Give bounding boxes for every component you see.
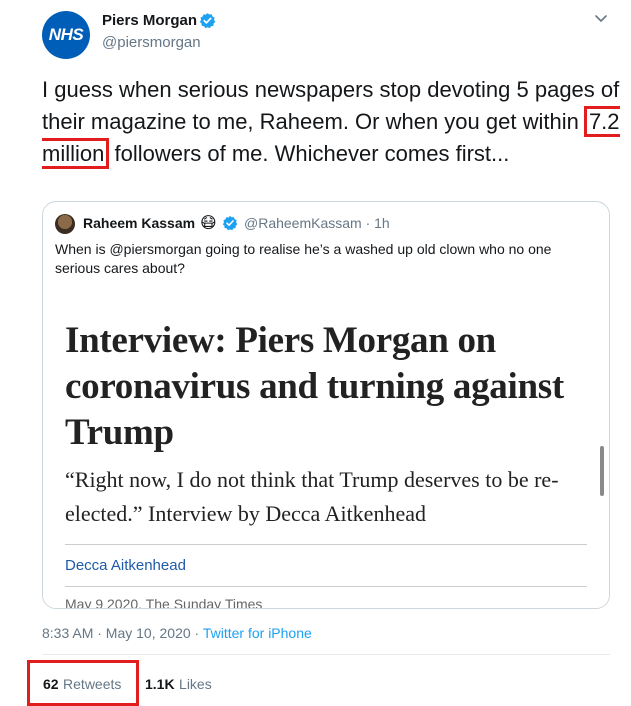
retweets-stat[interactable]: 62 Retweets <box>43 676 121 694</box>
mask-emoji: 😷 <box>200 215 217 232</box>
tweet-meta: 8:33 AM · May 10, 2020 · Twitter for iPh… <box>42 625 312 641</box>
author-name[interactable]: Piers Morgan <box>102 12 197 29</box>
quoted-author-name[interactable]: Raheem Kassam <box>83 215 195 231</box>
article-subheading: “Right now, I do not think that Trump de… <box>65 467 559 526</box>
article-headline: Interview: Piers Morgan on coronavirus a… <box>65 320 564 453</box>
tweet-source-link[interactable]: Twitter for iPhone <box>203 625 312 641</box>
retweets-label: Retweets <box>63 676 122 692</box>
tweet: NHS Piers Morgan @piersmorgan I guess wh… <box>0 0 631 706</box>
tweet-text: I guess when serious newspapers stop dev… <box>42 74 622 170</box>
quoted-tweet-text: When is @piersmorgan going to realise he… <box>55 241 552 276</box>
quoted-author-handle-time: @RaheemKassam · 1h <box>244 215 390 231</box>
likes-label: Likes <box>179 676 212 692</box>
author-handle[interactable]: @piersmorgan <box>102 34 201 51</box>
divider <box>65 586 587 587</box>
tweet-timestamp[interactable]: 8:33 AM · May 10, 2020 · <box>42 625 203 641</box>
chevron-down-icon[interactable] <box>594 14 608 24</box>
tweet-text-part: followers of me. Whichever comes first..… <box>108 141 510 166</box>
article-date: May 9 2020, The Sunday Times <box>65 596 263 609</box>
scrollbar <box>600 446 604 496</box>
verified-badge-icon <box>222 216 238 231</box>
quoted-tweet[interactable]: Raheem Kassam 😷 @RaheemKassam · 1h When … <box>42 201 610 609</box>
quoted-author-avatar[interactable] <box>55 214 75 234</box>
author-avatar[interactable]: NHS <box>42 11 90 59</box>
likes-count: 1.1K <box>145 676 175 692</box>
divider <box>65 544 587 545</box>
nhs-logo-text: NHS <box>48 25 84 44</box>
article-screenshot-image[interactable]: Interview: Piers Morgan on coronavirus a… <box>43 288 609 609</box>
likes-stat[interactable]: 1.1K Likes <box>145 676 212 694</box>
tweet-text-part: I guess when serious newspapers stop dev… <box>42 77 620 134</box>
article-author-link: Decca Aitkenhead <box>65 557 186 574</box>
tweet-stats: 62 Retweets 1.1K Likes <box>0 655 631 706</box>
verified-badge-icon <box>199 13 216 29</box>
retweets-count: 62 <box>43 676 59 692</box>
